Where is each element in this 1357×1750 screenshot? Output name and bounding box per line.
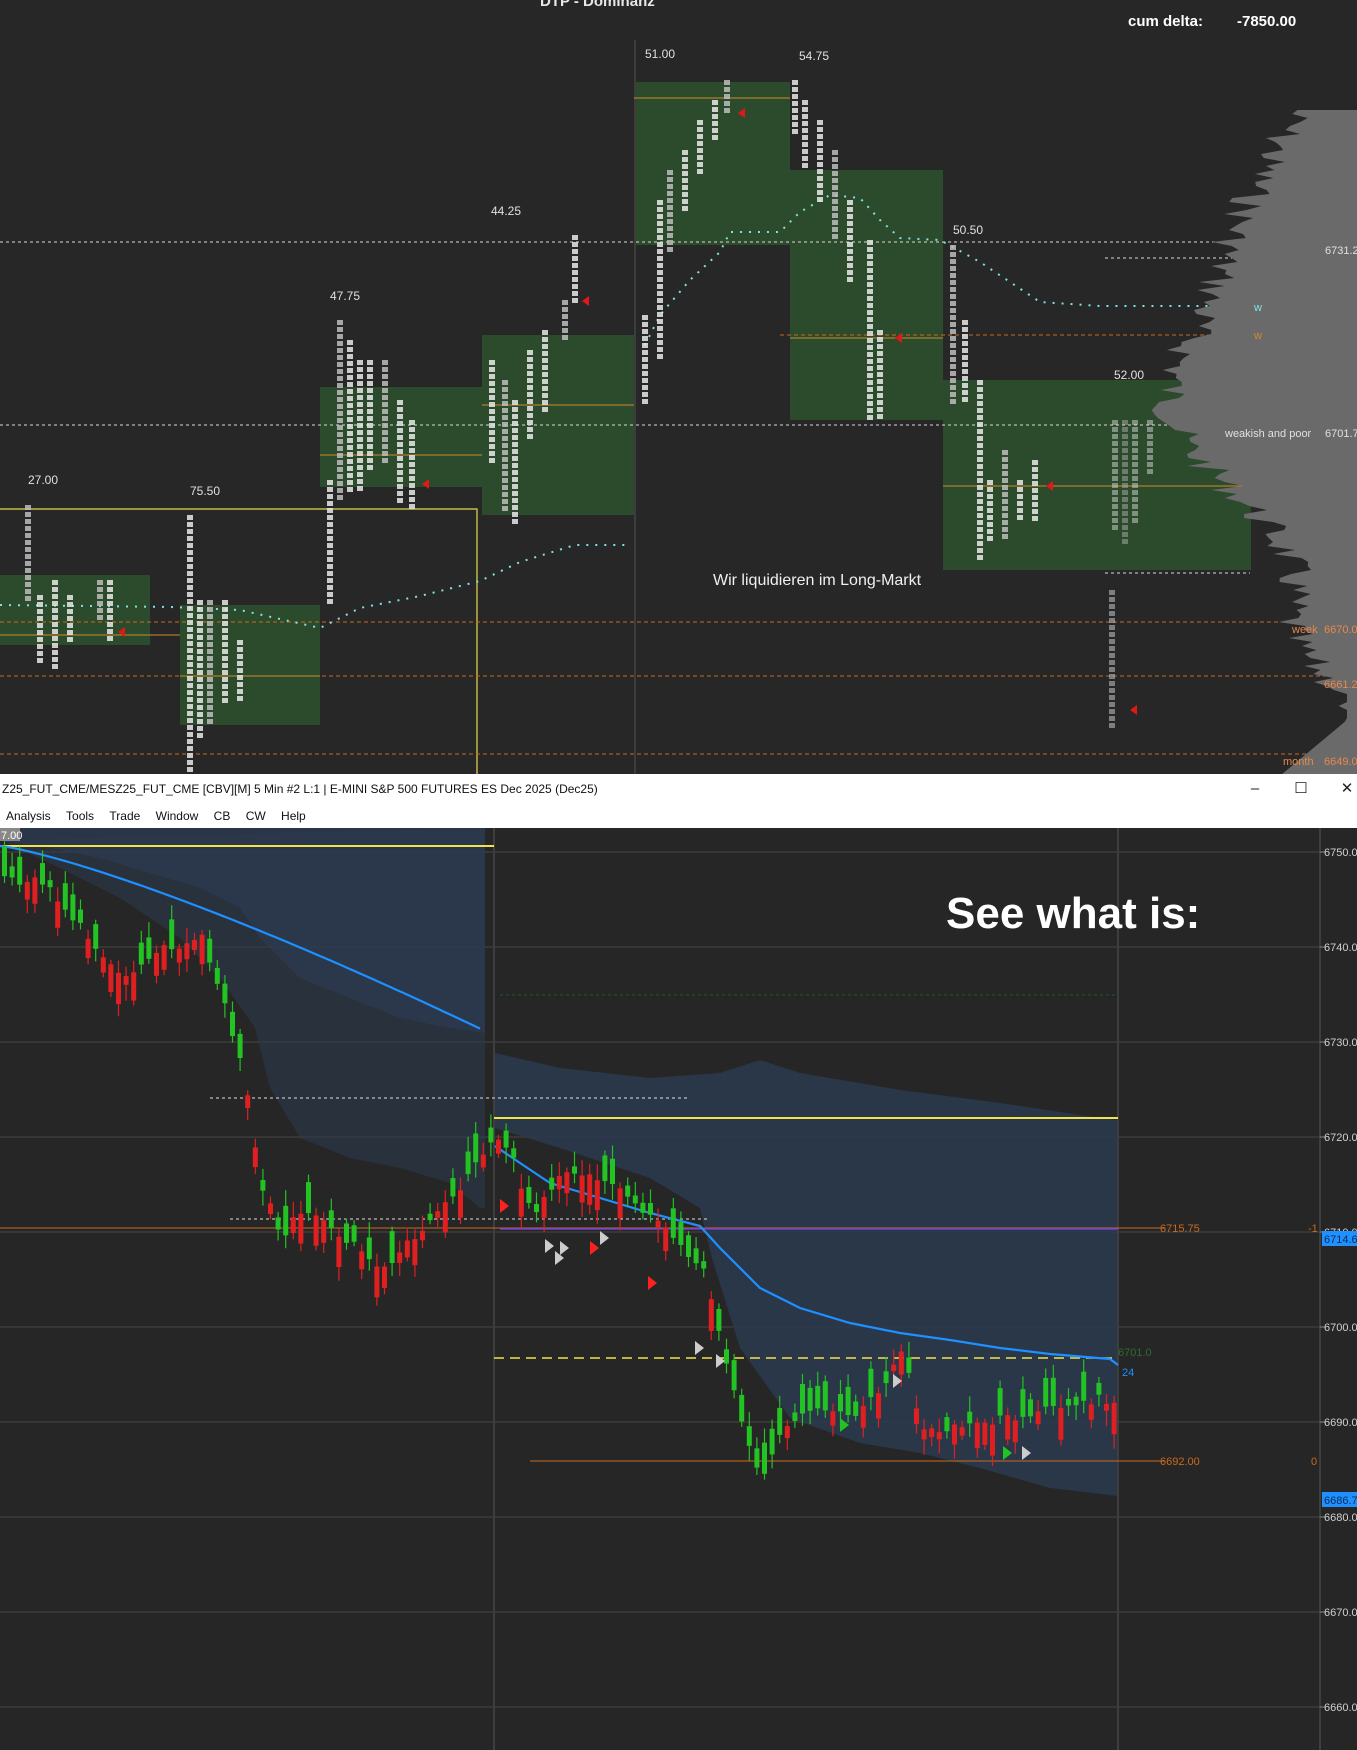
- week-label: week: [1291, 624, 1318, 636]
- right-zero-label: 0: [1311, 1456, 1317, 1468]
- axis-tick-7: 6680.0: [1324, 1512, 1357, 1524]
- tpo-chart-canvas[interactable]: DTP - Dominanz cum delta: -7850.00 27.00…: [0, 0, 1357, 774]
- window-title: Z25_FUT_CME/MESZ25_FUT_CME [CBV][M] 5 Mi…: [2, 782, 598, 796]
- close-button[interactable]: ✕: [1332, 778, 1357, 800]
- axis-tick-1: 6740.0: [1324, 942, 1357, 954]
- profile-label-8: 52.00: [1114, 368, 1144, 382]
- axis-tick-2: 6730.0: [1324, 1037, 1357, 1049]
- chart-window: Z25_FUT_CME/MESZ25_FUT_CME [CBV][M] 5 Mi…: [0, 774, 1357, 1750]
- month-label: month: [1283, 756, 1314, 768]
- axis-tick-3: 6720.0: [1324, 1132, 1357, 1144]
- value-area-6: [790, 170, 943, 420]
- weakish-label: weakish and poor: [1224, 428, 1312, 440]
- price-grid: [0, 851, 1320, 1708]
- axis-tick-9: 6660.0: [1324, 1702, 1357, 1714]
- price-label-6649: 6649.0: [1324, 756, 1357, 768]
- tpo-chart-panel[interactable]: DTP - Dominanz cum delta: -7850.00 27.00…: [0, 0, 1357, 774]
- profile-label-4: 44.25: [491, 204, 521, 218]
- vwap-marker-w: w: [1253, 302, 1262, 314]
- profile-label-1: 27.00: [28, 473, 58, 487]
- corner-tag: 7.00: [1, 830, 22, 842]
- level-marker-w: w: [1253, 330, 1262, 342]
- value-area-5: [634, 82, 790, 245]
- menu-window[interactable]: Window: [150, 804, 205, 823]
- profile-label-3: 47.75: [330, 289, 360, 303]
- profile-label-2: 75.50: [190, 484, 220, 498]
- menu-tools[interactable]: Tools: [60, 804, 100, 823]
- window-titlebar[interactable]: Z25_FUT_CME/MESZ25_FUT_CME [CBV][M] 5 Mi…: [0, 774, 1357, 804]
- axis-tick-8: 6670.0: [1324, 1607, 1357, 1619]
- level-6715-label: 6715.75: [1160, 1223, 1200, 1235]
- profile-label-6: 54.75: [799, 49, 829, 63]
- blue-tag-top: 6714.6: [1324, 1234, 1357, 1246]
- price-label-6670: 6670.0: [1324, 624, 1357, 636]
- axis-tick-6: 6690.0: [1324, 1417, 1357, 1429]
- candlestick-chart-panel[interactable]: 6750.06740.06730.06720.06710.06700.06690…: [0, 828, 1357, 1750]
- annotation-text: Wir liquidieren im Long-Markt: [713, 572, 922, 589]
- axis-tick-0: 6750.0: [1324, 847, 1357, 859]
- menu-help[interactable]: Help: [275, 804, 312, 823]
- cum-delta-value: -7850.00: [1237, 13, 1296, 30]
- maximize-button[interactable]: ☐: [1286, 778, 1316, 800]
- minimize-button[interactable]: –: [1240, 778, 1270, 800]
- menu-bar: Analysis Tools Trade Window CB CW Help: [0, 804, 1357, 828]
- green-tag-label: 6701.0: [1118, 1347, 1152, 1359]
- headline-text: See what is:: [946, 889, 1200, 938]
- right-minus1-label: -1: [1308, 1223, 1318, 1235]
- price-label-6701: 6701.7: [1325, 428, 1357, 440]
- menu-trade[interactable]: Trade: [103, 804, 146, 823]
- menu-analysis[interactable]: Analysis: [0, 804, 57, 823]
- level-6692-label: 6692.00: [1160, 1456, 1200, 1468]
- menu-cb[interactable]: CB: [208, 804, 237, 823]
- price-label-6731: 6731.2: [1325, 245, 1357, 257]
- candlestick-chart-canvas[interactable]: 6750.06740.06730.06720.06710.06700.06690…: [0, 828, 1357, 1750]
- profile-label-5: 51.00: [645, 47, 675, 61]
- cloud-lower: [495, 1053, 1118, 1496]
- cum-delta-label: cum delta:: [1128, 13, 1203, 30]
- blue-tag-bottom: 6686.7: [1324, 1495, 1357, 1507]
- price-label-6661: 6661.2: [1324, 679, 1357, 691]
- profile-label-7: 50.50: [953, 223, 983, 237]
- vwap-count-label: 24: [1122, 1367, 1134, 1379]
- menu-cw[interactable]: CW: [240, 804, 272, 823]
- chart-title: DTP - Dominanz: [540, 0, 655, 10]
- axis-tick-5: 6700.0: [1324, 1322, 1357, 1334]
